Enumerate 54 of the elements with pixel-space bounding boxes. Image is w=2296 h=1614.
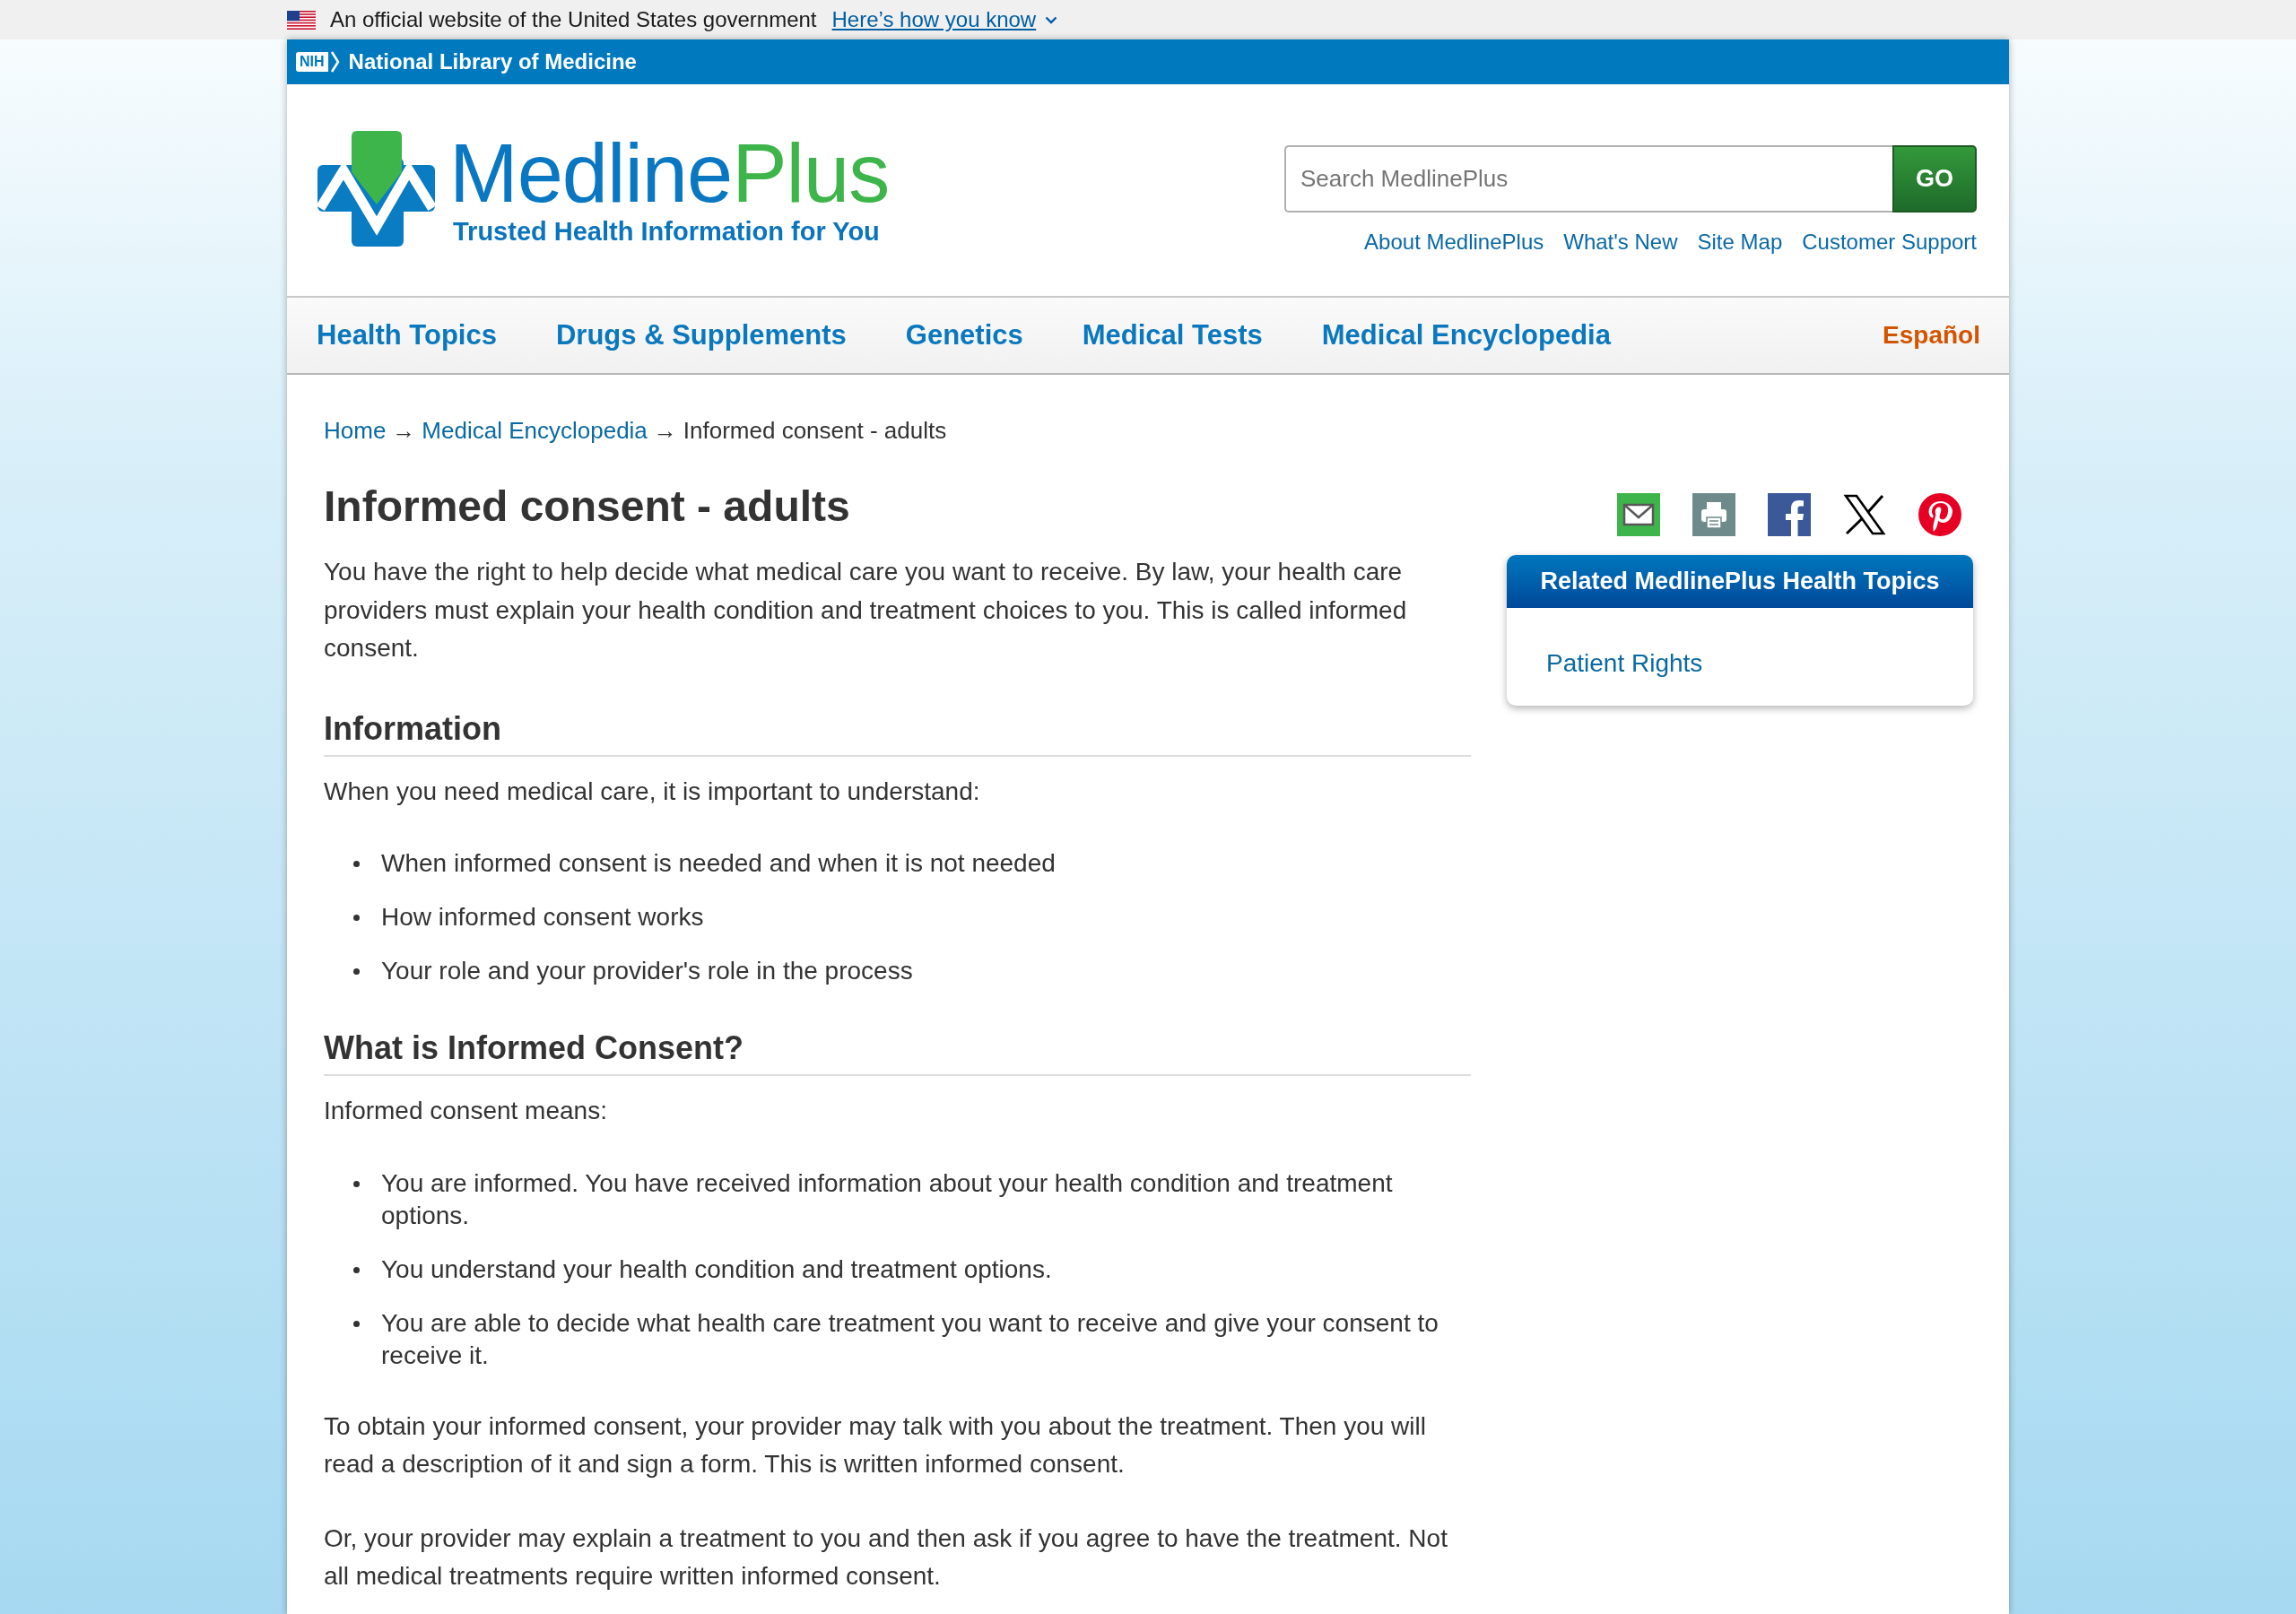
facebook-icon[interactable] [1768, 493, 1811, 536]
breadcrumb-link[interactable]: Medical Encyclopedia [422, 417, 648, 444]
paragraph: To obtain your informed consent, your provider may talk with you about the treatment. Then you will read a description of it and sign a form. This is written informed consent. [324, 1410, 1427, 1480]
pinterest-icon[interactable] [1918, 493, 1961, 536]
go-button[interactable]: GO [1892, 145, 1977, 213]
list-item-text: Your role and your provider's role in the process [381, 956, 913, 986]
breadcrumb-separator: → [392, 417, 416, 444]
language-link[interactable]: Español [1883, 321, 1980, 350]
list-item-text: You understand your health condition and treatment options. [381, 1254, 1052, 1285]
printer-icon[interactable] [1692, 493, 1735, 536]
breadcrumb-link[interactable]: Home [324, 417, 387, 444]
paragraph: Or, your provider may explain a treatment to you and then ask if you agree to have the treatment. Not all medical treatments require written informed consent. [324, 1523, 1448, 1592]
article-title: Informed consent - adults [324, 482, 851, 532]
gov-banner-text: An official website of the United States government [330, 7, 817, 32]
breadcrumb-separator: → [653, 417, 677, 444]
nav-link[interactable]: Medical Tests [1082, 319, 1263, 351]
logo-tagline: Trusted Health Information for You [453, 217, 881, 247]
bullet-icon [353, 968, 360, 975]
related-topic-link[interactable]: Patient Rights [1546, 649, 1703, 677]
how-you-know-link[interactable]: Here’s how you know [831, 7, 1037, 32]
medical-cross-logo-icon[interactable] [317, 131, 435, 247]
nav-link[interactable]: Drugs & Supplements [555, 319, 847, 351]
header-link[interactable]: What's New [1563, 229, 1678, 256]
section-heading: Information [324, 708, 1471, 757]
bullet-icon [353, 1320, 360, 1327]
paragraph: Informed consent means: [324, 1096, 608, 1126]
search-field[interactable]: Search MedlinePlus [1284, 145, 1892, 213]
nav-link[interactable]: Health Topics [317, 319, 497, 351]
logo-wordmark[interactable]: MedlinePlus [449, 131, 890, 214]
bullet-icon [353, 1180, 360, 1187]
nih-badge: NIH [296, 52, 328, 72]
list-item-text: How informed consent works [381, 902, 704, 933]
header-link[interactable]: Site Map [1697, 229, 1783, 256]
list-item-text: You are able to decide what health care treatment you want to receive and give your consent to receive it. [381, 1307, 1439, 1371]
nav-link[interactable]: Medical Encyclopedia [1321, 319, 1611, 351]
section-heading: What is Informed Consent? [324, 1028, 1471, 1076]
agency-title: National Library of Medicine [348, 49, 637, 74]
bullet-icon [353, 861, 360, 867]
list-item-text: When informed consent is needed and when it is not needed [381, 848, 1056, 879]
chevron-down-icon[interactable] [1045, 15, 1058, 24]
x-logo-icon[interactable] [1843, 493, 1886, 536]
bullet-icon [353, 1266, 360, 1273]
email-icon[interactable] [1617, 493, 1660, 536]
us-flag-icon [287, 10, 316, 30]
paragraph: When you need medical care, it is important to understand: [324, 776, 981, 807]
chevron-right-icon [329, 51, 340, 73]
bullet-icon [353, 915, 360, 921]
breadcrumb-current: Informed consent - adults [683, 417, 947, 444]
header-link[interactable]: Customer Support [1802, 229, 1977, 256]
nav-link[interactable]: Genetics [905, 319, 1023, 351]
list-item-text: You are informed. You have received information about your health condition and treatment options. [381, 1167, 1394, 1231]
paragraph: You have the right to help decide what medical care you want to receive. By law, your health care providers must explain your health condition and treatment choices to you. This is called informed consent. [324, 557, 1408, 664]
related-topics-header: Related MedlinePlus Health Topics [1507, 555, 1973, 608]
header-link[interactable]: About MedlinePlus [1364, 229, 1544, 256]
